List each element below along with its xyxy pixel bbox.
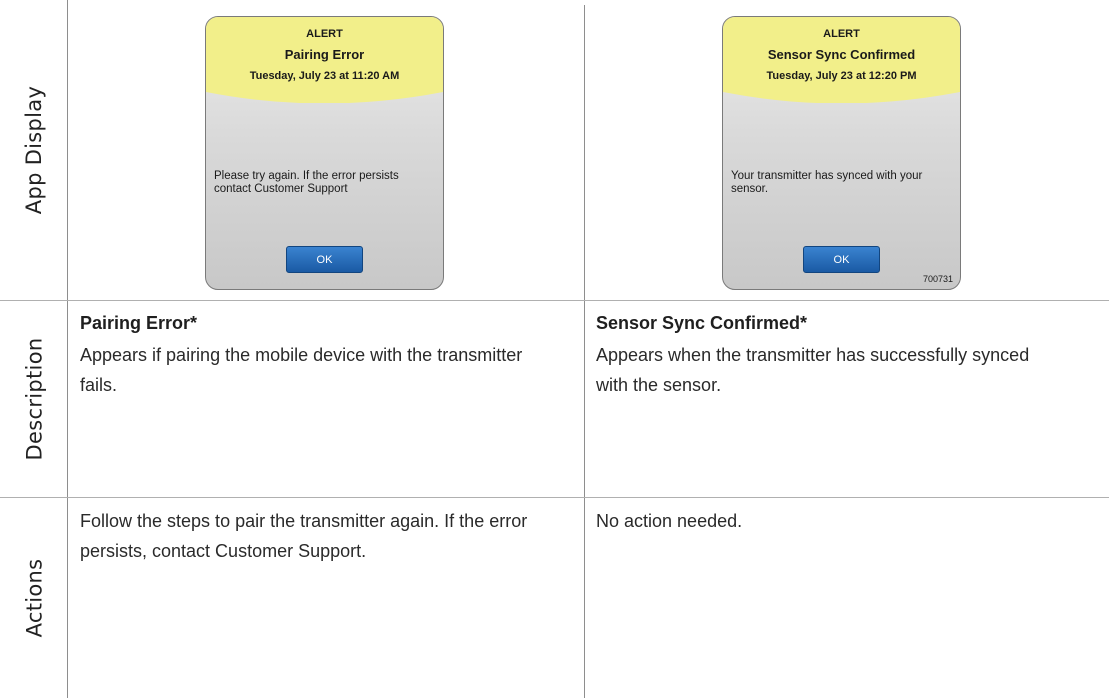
row-divider-1	[0, 300, 1109, 301]
sensor-sync-confirmed-alert-screen: ALERT Sensor Sync Confirmed Tuesday, Jul…	[722, 16, 961, 290]
alert-message: Your transmitter has synced with your se…	[731, 170, 923, 195]
alert-title: Sensor Sync Confirmed	[767, 47, 916, 62]
figure-code: 700731	[922, 274, 953, 284]
actions-text-sensor-sync: No action needed.	[596, 511, 743, 531]
alert-kicker: ALERT	[306, 28, 343, 40]
row-divider-2	[0, 497, 1109, 498]
alert-reference-table: App Display Description Actions ALERT Pa…	[0, 0, 1109, 698]
row-header-actions: Actions	[22, 558, 46, 638]
alert-timestamp: Tuesday, July 23 at 11:20 AM	[249, 70, 400, 82]
column-divider	[584, 5, 585, 698]
pairing-error-alert-screen: ALERT Pairing Error Tuesday, July 23 at …	[205, 16, 444, 290]
description-title-pairing-error: Pairing Error*	[80, 313, 198, 333]
row-header-description: Description	[22, 337, 46, 461]
row-header-app-display: App Display	[22, 85, 47, 215]
description-title-sensor-sync: Sensor Sync Confirmed*	[596, 313, 808, 333]
alert-timestamp: Tuesday, July 23 at 12:20 PM	[766, 70, 917, 82]
ok-button[interactable]: OK	[803, 246, 880, 273]
alert-message: Please try again. If the error persists …	[214, 170, 399, 195]
alert-kicker: ALERT	[823, 28, 860, 40]
alert-title: Pairing Error	[284, 47, 365, 62]
actions-text-pairing-error: Follow the steps to pair the transmitter…	[80, 511, 528, 561]
ok-button[interactable]: OK	[286, 246, 363, 273]
description-text-pairing-error: Appears if pairing the mobile device wit…	[80, 345, 523, 395]
description-text-sensor-sync: Appears when the transmitter has success…	[596, 345, 1030, 395]
